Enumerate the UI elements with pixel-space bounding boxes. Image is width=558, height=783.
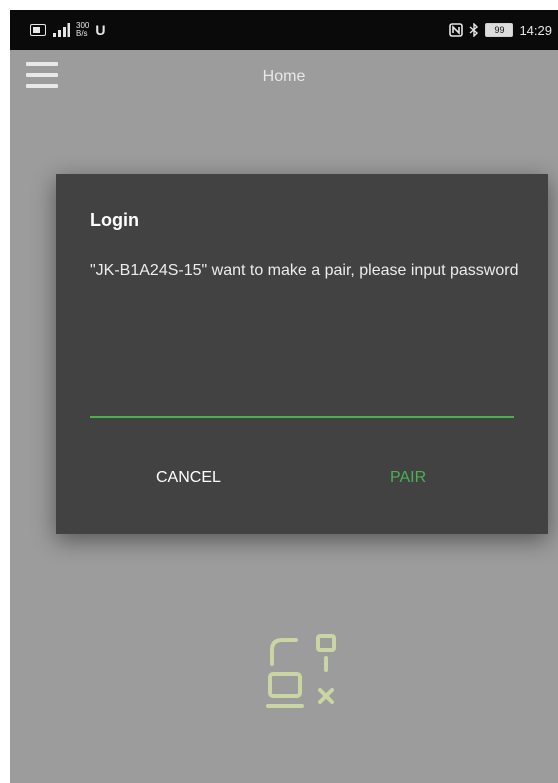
bluetooth-icon xyxy=(469,23,479,37)
dialog-actions: CANCEL PAIR xyxy=(56,458,548,498)
dialog-message: "JK-B1A24S-15" want to make a pair, plea… xyxy=(90,262,519,279)
devices-disconnected-icon xyxy=(266,634,336,708)
network-speed: 300 B/s xyxy=(76,22,89,38)
password-input[interactable] xyxy=(90,386,514,418)
cancel-button[interactable]: CANCEL xyxy=(148,458,229,498)
app-toolbar: Home xyxy=(10,50,558,106)
phone-screen: 300 B/s U 99 14:29 Home Login "JK-B1A24S… xyxy=(10,10,558,783)
status-bar-right: 99 14:29 xyxy=(449,23,552,38)
nfc-icon xyxy=(449,23,464,37)
login-dialog: Login "JK-B1A24S-15" want to make a pair… xyxy=(56,174,548,534)
pair-button[interactable]: PAIR xyxy=(382,458,434,498)
menu-line-top xyxy=(26,62,58,66)
dialog-title: Login xyxy=(90,210,139,230)
app-notification-badge: U xyxy=(95,22,106,38)
status-bar: 300 B/s U 99 14:29 xyxy=(10,10,558,50)
status-bar-left: 300 B/s U xyxy=(30,22,105,38)
status-time: 14:29 xyxy=(519,22,552,38)
signal-icon xyxy=(53,23,70,37)
network-speed-unit: B/s xyxy=(76,29,88,38)
battery-icon: 99 xyxy=(485,23,514,37)
page-title: Home xyxy=(262,68,306,85)
sim-card-icon xyxy=(30,24,46,36)
